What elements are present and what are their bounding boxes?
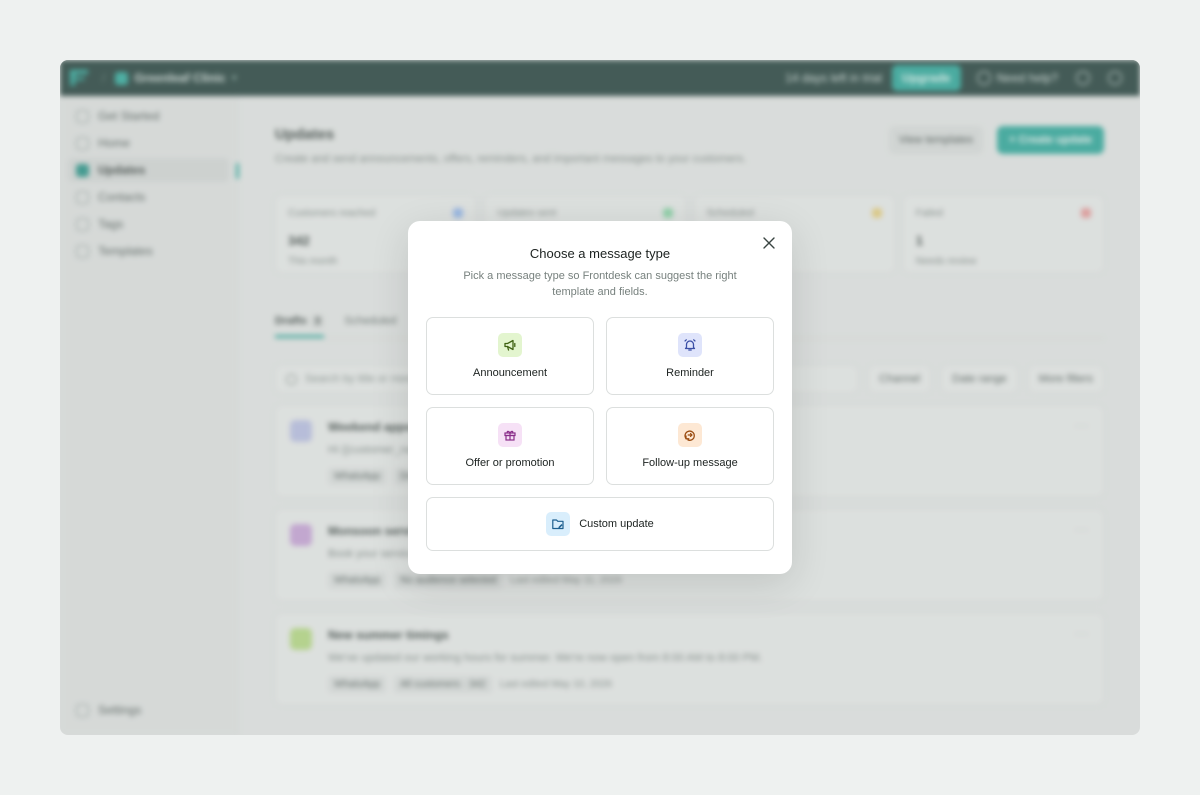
dialog-subtitle: Pick a message type so Frontdesk can sug…	[463, 270, 737, 298]
option-label: Offer or promotion	[465, 457, 555, 469]
option-label: Reminder	[666, 367, 714, 379]
dialog-title: Choose a message type	[529, 246, 671, 261]
message-type-dialog: Choose a message type Pick a message typ…	[408, 221, 792, 574]
option-announcement[interactable]: Announcement	[426, 317, 594, 395]
option-label: Custom update	[579, 518, 654, 530]
option-follow-up-message[interactable]: Follow-up message	[606, 407, 774, 485]
edit-folder-icon	[546, 512, 571, 536]
gift-icon	[498, 423, 522, 447]
option-custom-update[interactable]: Custom update	[426, 497, 774, 551]
option-label: Follow-up message	[642, 457, 738, 469]
option-offer-or-promotion[interactable]: Offer or promotion	[426, 407, 594, 485]
bell-icon	[678, 333, 702, 357]
close-icon[interactable]	[762, 236, 776, 250]
option-grid: Announcement Reminder Offer or promotion…	[426, 317, 774, 485]
option-label: Announcement	[473, 367, 547, 379]
megaphone-icon	[498, 333, 522, 357]
follow-up-icon	[678, 423, 702, 447]
option-reminder[interactable]: Reminder	[606, 317, 774, 395]
